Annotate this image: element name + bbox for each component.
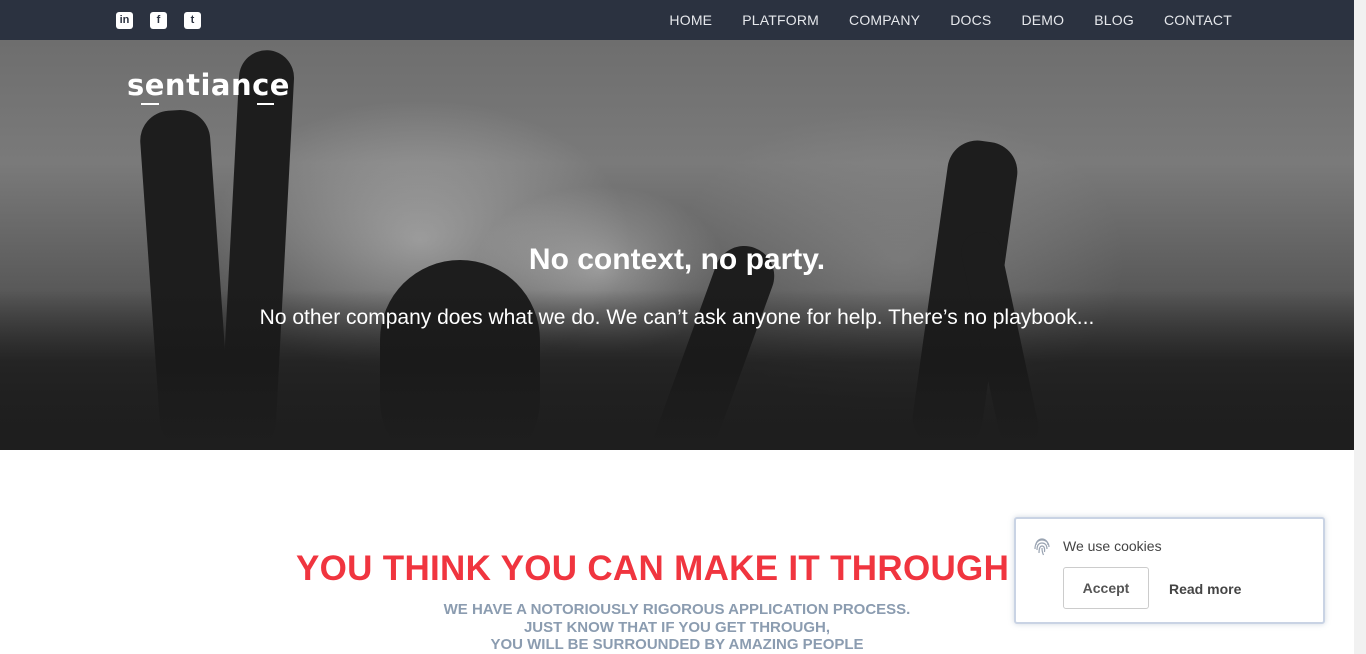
social-links: in f t	[116, 12, 201, 29]
nav-home[interactable]: HOME	[669, 12, 712, 28]
page-scrollbar[interactable]	[1354, 0, 1366, 654]
logo-text: sentiance	[127, 68, 290, 102]
logo-underline	[141, 103, 159, 105]
accept-cookies-button[interactable]: Accept	[1063, 567, 1149, 609]
nav-contact[interactable]: CONTACT	[1164, 12, 1232, 28]
main-nav: HOME PLATFORM COMPANY DOCS DEMO BLOG CON…	[669, 0, 1232, 40]
twitter-icon[interactable]: t	[184, 12, 201, 29]
linkedin-icon[interactable]: in	[116, 12, 133, 29]
nav-demo[interactable]: DEMO	[1021, 12, 1064, 28]
fingerprint-icon	[1034, 538, 1050, 556]
read-more-link[interactable]: Read more	[1169, 581, 1241, 597]
nav-blog[interactable]: BLOG	[1094, 12, 1134, 28]
nav-docs[interactable]: DOCS	[950, 12, 991, 28]
hero-banner: sentiance No context, no party. No other…	[0, 40, 1354, 450]
top-bar: in f t HOME PLATFORM COMPANY DOCS DEMO B…	[0, 0, 1354, 40]
cookie-message: We use cookies	[1063, 538, 1162, 554]
hero-title: No context, no party.	[528, 243, 826, 276]
nav-company[interactable]: COMPANY	[849, 12, 920, 28]
hero-subtitle: No other company does what we do. We can…	[259, 306, 1095, 329]
section-heading: YOU THINK YOU CAN MAKE IT THROUGH THIS	[296, 549, 1101, 588]
facebook-icon[interactable]: f	[150, 12, 167, 29]
subtext-line-3: YOU WILL BE SURROUNDED BY AMAZING PEOPLE	[490, 636, 864, 653]
nav-platform[interactable]: PLATFORM	[742, 12, 819, 28]
cookie-banner: We use cookies Accept Read more	[1014, 517, 1325, 624]
sentiance-logo[interactable]: sentiance	[127, 68, 290, 105]
logo-underline	[257, 103, 274, 105]
